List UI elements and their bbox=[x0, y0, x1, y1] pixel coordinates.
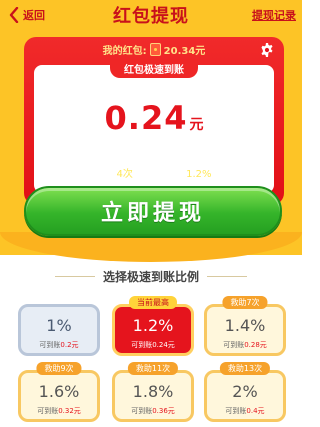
divider-left bbox=[54, 276, 95, 277]
red-packet-icon bbox=[149, 43, 161, 56]
withdraw-record-link[interactable]: 提现记录 bbox=[252, 7, 296, 23]
fast-arrival-pill: 红包极速到账 bbox=[110, 59, 198, 78]
option-percent: 1.8% bbox=[132, 382, 174, 401]
help-info-line: 当前救助 4次，红包可按 1.2% 提现 bbox=[24, 165, 284, 180]
option-arrival: 可到账0.24元 bbox=[131, 341, 175, 349]
header-bar: 返回 红包提现 提现记录 bbox=[0, 0, 302, 30]
option-tag: 救助11次 bbox=[127, 362, 179, 375]
help-mid: ，红包可按 bbox=[132, 169, 183, 180]
withdraw-now-button[interactable]: 立即提现 bbox=[24, 186, 282, 236]
ratio-option-2[interactable]: 当前最高 1.2% 可到账0.24元 bbox=[112, 296, 194, 356]
ratio-option-1[interactable]: 1% 可到账0.2元 bbox=[18, 304, 100, 356]
help-suffix: 提现 bbox=[214, 169, 235, 180]
ratio-option-6[interactable]: 救助13次 2% 可到账0.4元 bbox=[204, 362, 286, 422]
option-arrival: 可到账0.4元 bbox=[225, 407, 265, 415]
ratio-section-label: 选择极速到账比例 bbox=[102, 270, 199, 284]
amount-value: 0.24 bbox=[104, 99, 188, 137]
help-rate: 1.2% bbox=[186, 169, 212, 180]
option-tag: 救助9次 bbox=[36, 362, 82, 375]
my-red-packet-amount: 20.34元 bbox=[163, 46, 206, 57]
option-arrival: 可到账0.2元 bbox=[39, 341, 79, 349]
option-percent: 1.6% bbox=[38, 382, 80, 401]
ratio-option-4[interactable]: 救助9次 1.6% 可到账0.32元 bbox=[18, 362, 100, 422]
yellow-curve-bottom bbox=[0, 232, 302, 262]
option-percent: 2% bbox=[232, 382, 258, 401]
option-tag: 救助13次 bbox=[219, 362, 271, 375]
option-arrival: 可到账0.28元 bbox=[223, 341, 267, 349]
help-count: 4次 bbox=[116, 169, 133, 180]
option-tag: 当前最高 bbox=[129, 296, 177, 309]
option-percent: 1.4% bbox=[224, 316, 266, 335]
my-red-packet-label: 我的红包: bbox=[102, 46, 147, 57]
option-arrival: 可到账0.32元 bbox=[37, 407, 81, 415]
option-percent: 1.2% bbox=[132, 316, 174, 335]
ratio-section-title: 选择极速到账比例 bbox=[0, 268, 302, 285]
divider-right bbox=[207, 276, 247, 277]
gear-icon[interactable] bbox=[260, 43, 274, 57]
ratio-option-3[interactable]: 救助7次 1.4% 可到账0.28元 bbox=[204, 296, 286, 356]
option-arrival: 可到账0.36元 bbox=[131, 407, 175, 415]
my-red-packet-row: 我的红包: 20.34元 bbox=[24, 42, 284, 57]
ratio-option-5[interactable]: 救助11次 1.8% 可到账0.36元 bbox=[112, 362, 194, 422]
withdraw-amount: 0.24 元 bbox=[34, 99, 274, 137]
help-prefix: 当前救助 bbox=[73, 169, 114, 180]
option-percent: 1% bbox=[46, 316, 72, 335]
option-tag: 救助7次 bbox=[222, 296, 268, 309]
amount-unit: 元 bbox=[189, 117, 204, 133]
